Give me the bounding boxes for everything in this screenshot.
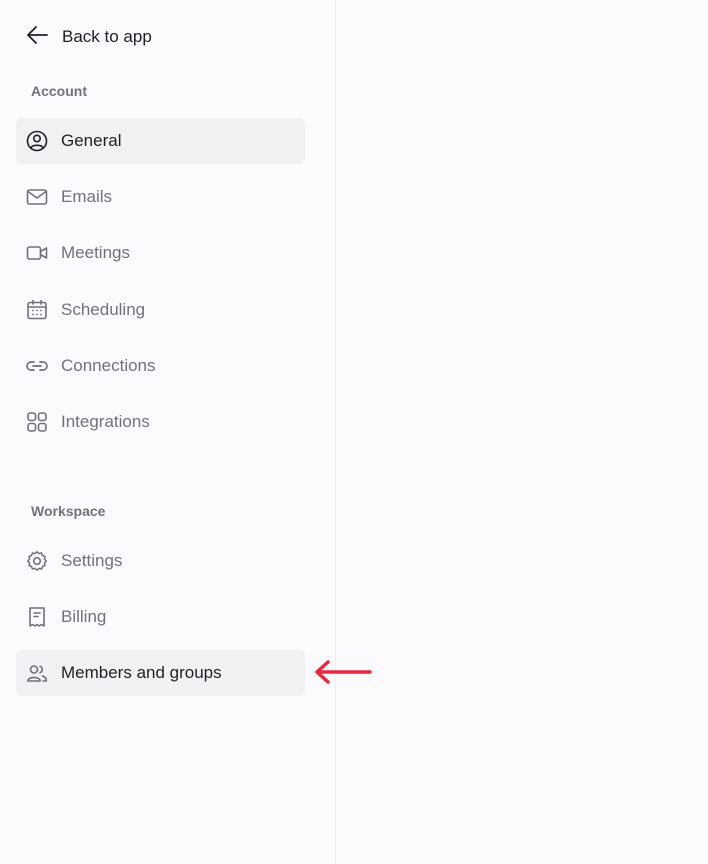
sidebar-item-label: Settings xyxy=(61,551,123,570)
sidebar-item-label: Meetings xyxy=(61,243,130,262)
annotation-arrow-icon xyxy=(315,660,372,684)
sidebar-item-general[interactable]: General xyxy=(16,118,305,164)
settings-sidebar: Back to app Account General Emails Meeti… xyxy=(0,0,336,864)
section-title-workspace: Workspace xyxy=(31,503,106,519)
sidebar-item-connections[interactable]: Connections xyxy=(16,343,305,389)
sidebar-item-settings[interactable]: Settings xyxy=(16,538,305,584)
section-title-account: Account xyxy=(31,83,87,99)
users-icon xyxy=(26,662,48,684)
sidebar-item-label: Members and groups xyxy=(61,663,222,682)
sidebar-item-label: Integrations xyxy=(61,412,150,431)
back-to-app-label: Back to app xyxy=(62,27,152,46)
sidebar-item-members-and-groups[interactable]: Members and groups xyxy=(16,650,305,696)
calendar-icon xyxy=(26,299,48,321)
grid-icon xyxy=(26,411,48,433)
receipt-icon xyxy=(26,606,48,628)
gear-icon xyxy=(26,550,48,572)
video-camera-icon xyxy=(26,242,48,264)
sidebar-item-emails[interactable]: Emails xyxy=(16,174,305,220)
mail-icon xyxy=(26,186,48,208)
sidebar-item-label: Billing xyxy=(61,607,107,626)
sidebar-item-integrations[interactable]: Integrations xyxy=(16,399,305,445)
sidebar-item-label: Scheduling xyxy=(61,300,146,319)
sidebar-item-label: Emails xyxy=(61,187,113,206)
user-circle-icon xyxy=(26,130,48,152)
sidebar-item-label: Connections xyxy=(61,356,156,375)
back-to-app-button[interactable]: Back to app xyxy=(16,20,162,54)
sidebar-item-meetings[interactable]: Meetings xyxy=(16,230,305,276)
sidebar-item-scheduling[interactable]: Scheduling xyxy=(16,287,305,333)
sidebar-item-label: General xyxy=(61,131,122,150)
arrow-left-icon xyxy=(26,25,50,50)
link-icon xyxy=(26,355,48,377)
sidebar-item-billing[interactable]: Billing xyxy=(16,594,305,640)
main-content xyxy=(336,0,708,864)
